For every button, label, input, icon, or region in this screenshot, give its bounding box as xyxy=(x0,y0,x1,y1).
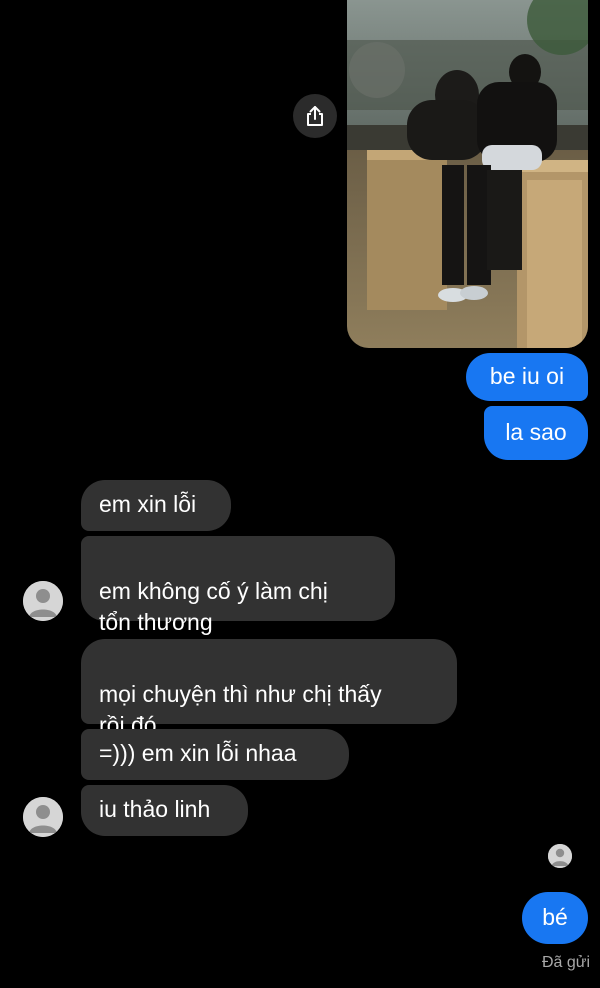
incoming-message[interactable]: =))) em xin lỗi nhaa xyxy=(81,729,349,780)
contact-avatar[interactable] xyxy=(23,797,63,837)
incoming-message[interactable]: em không cố ý làm chị tổn thương xyxy=(81,536,395,635)
message-text: =))) em xin lỗi nhaa xyxy=(99,740,297,766)
message-text: em không cố ý làm chị tổn thương xyxy=(99,578,328,635)
message-text: bé xyxy=(542,904,568,930)
outgoing-message[interactable]: la sao xyxy=(484,406,588,460)
incoming-message[interactable]: mọi chuyện thì như chị thấy rồi đó xyxy=(81,639,457,738)
user-icon xyxy=(548,844,572,868)
sent-status: Đã gửi xyxy=(541,954,590,971)
shared-photo[interactable] xyxy=(347,0,588,348)
user-icon xyxy=(23,797,63,837)
message-text: be iu oi xyxy=(489,363,565,389)
incoming-message[interactable]: iu thảo linh xyxy=(81,785,248,836)
photo-image xyxy=(347,0,588,348)
incoming-message[interactable]: em xin lỗi xyxy=(81,480,231,531)
message-text: la sao xyxy=(505,419,567,445)
contact-avatar[interactable] xyxy=(23,581,63,621)
share-button[interactable] xyxy=(293,94,337,138)
outgoing-message[interactable]: be iu oi xyxy=(466,353,588,401)
seen-avatar xyxy=(548,844,572,868)
share-icon xyxy=(307,106,323,126)
user-icon xyxy=(23,581,63,621)
outgoing-message[interactable]: bé xyxy=(522,892,588,944)
message-text: iu thảo linh xyxy=(99,796,211,822)
message-text: em xin lỗi xyxy=(99,491,197,517)
